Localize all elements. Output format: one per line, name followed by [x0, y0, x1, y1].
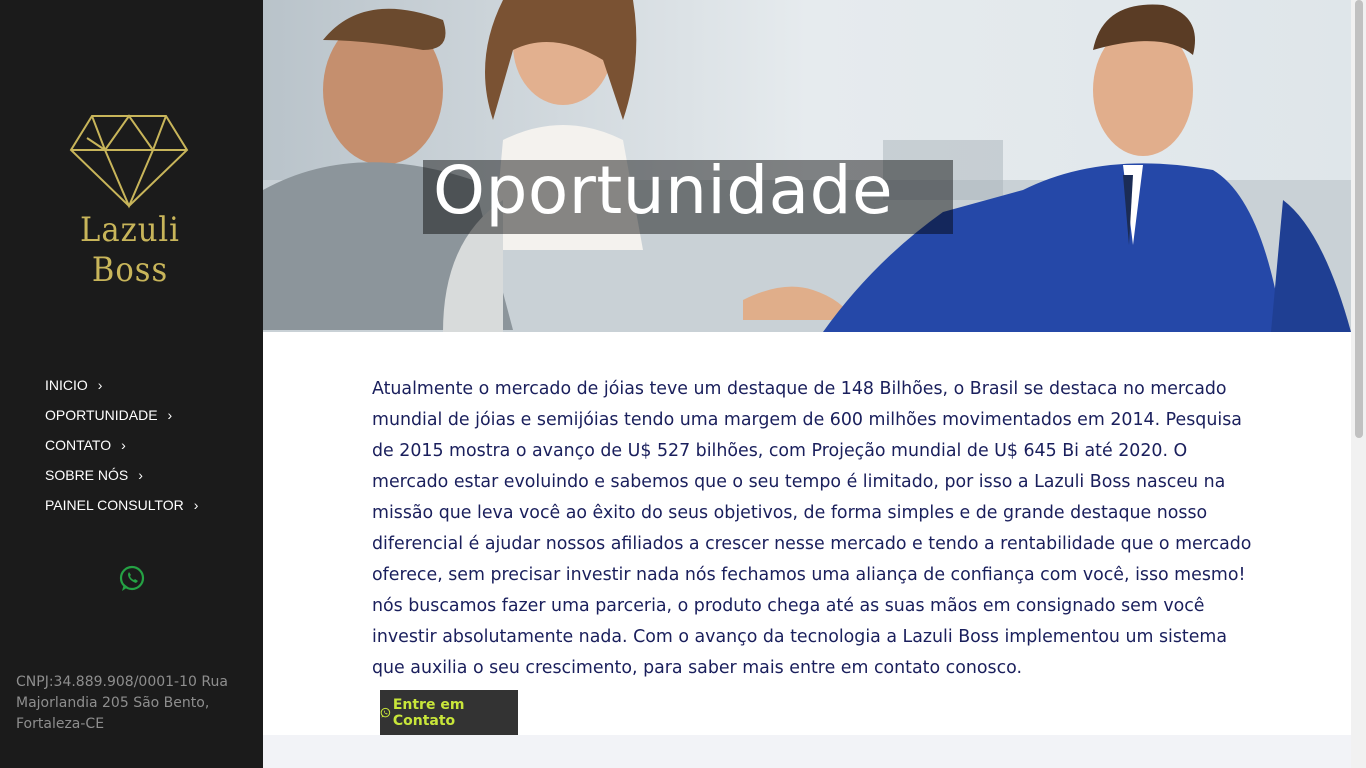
whatsapp-icon: [380, 707, 391, 718]
chevron-right-icon: ›: [97, 377, 103, 393]
scrollbar-thumb[interactable]: [1355, 0, 1363, 438]
main-nav: INICIO › OPORTUNIDADE › CONTATO › SOBRE NÓS…: [45, 374, 198, 524]
nav-item-inicio[interactable]: INICIO ›: [45, 374, 198, 404]
contact-button[interactable]: Entre em Contato: [380, 690, 518, 735]
nav-item-label: CONTATO: [45, 437, 112, 453]
chevron-right-icon: ›: [121, 437, 126, 453]
whatsapp-icon[interactable]: [118, 565, 146, 593]
brand-name: Lazuli Boss: [80, 210, 180, 290]
scrollbar[interactable]: [1351, 0, 1366, 768]
nav-item-oportunidade[interactable]: OPORTUNIDADE ›: [45, 404, 198, 434]
nav-item-sobre-nos[interactable]: SOBRE NÓS ›: [45, 464, 198, 494]
brand-logo[interactable]: Lazuli Boss: [45, 112, 215, 290]
nav-item-painel-consultor[interactable]: PAINEL CONSULTOR ›: [45, 494, 198, 524]
page-title: Oportunidade: [433, 152, 894, 229]
nav-item-label: SOBRE NÓS: [45, 467, 129, 483]
chevron-right-icon: ›: [138, 467, 143, 483]
contact-button-label: Entre em Contato: [392, 696, 465, 729]
nav-item-label: PAINEL CONSULTOR: [45, 497, 184, 513]
intro-paragraph: Atualmente o mercado de jóias teve um de…: [372, 379, 1252, 678]
chevron-right-icon: ›: [167, 407, 173, 423]
nav-item-label: INICIO: [45, 377, 88, 393]
sidebar: Lazuli Boss INICIO › OPORTUNIDADE › CONTAT…: [0, 0, 263, 768]
nav-item-contato[interactable]: CONTATO ›: [45, 434, 198, 464]
hero-banner: Oportunidade: [263, 0, 1351, 332]
diamond-icon: [69, 114, 189, 209]
chevron-right-icon: ›: [193, 497, 199, 513]
nav-item-label: OPORTUNIDADE: [45, 407, 158, 423]
main-content: Oportunidade Atualmente o mercado de jói…: [263, 0, 1351, 735]
company-address: CNPJ:34.889.908/0001-10 Rua Majorlandia …: [16, 674, 228, 732]
